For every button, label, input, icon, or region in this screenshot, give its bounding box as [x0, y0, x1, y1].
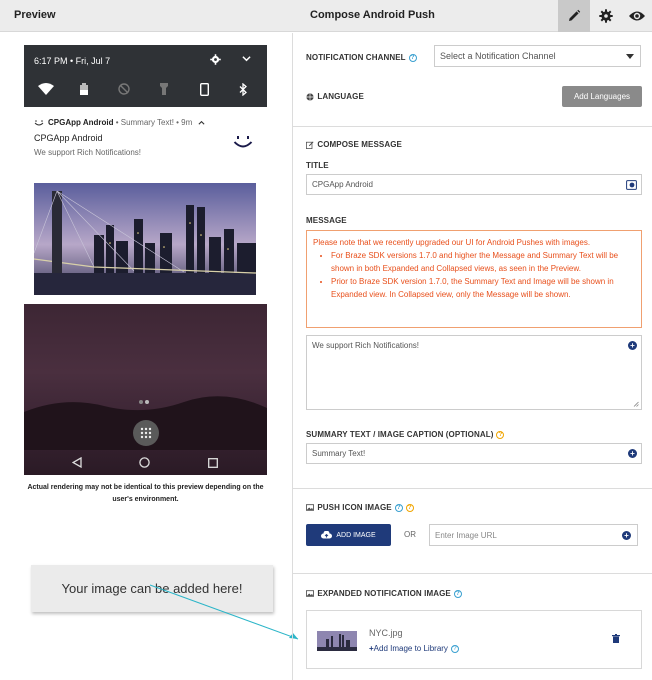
expanded-image-card: NYC.jpg +Add Image to Library?	[306, 610, 642, 669]
notification-meta: • Summary Text! • 9m	[113, 118, 193, 127]
add-image-url-icon[interactable]: +	[622, 531, 631, 540]
globe-icon	[306, 93, 314, 101]
compose-title: Compose Android Push	[310, 9, 435, 21]
status-bar: 6:17 PM • Fri, Jul 7	[24, 45, 267, 107]
add-personalization-icon[interactable]: +	[628, 449, 637, 458]
notification-app-name: CPGApp Android	[48, 118, 114, 127]
add-languages-label: Add Languages	[573, 92, 631, 101]
message-label: MESSAGE	[306, 216, 347, 225]
back-icon[interactable]	[72, 457, 82, 468]
section-divider	[293, 488, 652, 489]
notification-message: We support Rich Notifications!	[34, 148, 142, 157]
cloud-upload-icon	[321, 531, 333, 539]
image-url-placeholder: Enter Image URL	[435, 530, 497, 540]
trash-icon[interactable]	[612, 634, 620, 643]
help-icon[interactable]: ?	[450, 644, 459, 653]
notification-card[interactable]: CPGApp Android • Summary Text! • 9m CPGA…	[24, 107, 267, 295]
app-smile-icon	[34, 120, 44, 126]
image-thumbnail	[317, 631, 357, 651]
settings-tab-button[interactable]	[590, 0, 622, 32]
expanded-image-filename: NYC.jpg	[369, 628, 403, 638]
caret-down-icon	[626, 54, 634, 59]
add-languages-button[interactable]: Add Languages	[562, 86, 642, 107]
push-icon-image-label: PUSH ICON IMAGE??	[306, 503, 414, 512]
info-icon[interactable]: ?	[405, 503, 414, 512]
notification-channel-label: NOTIFICATION CHANNEL?	[306, 53, 417, 62]
notification-header: CPGApp Android • Summary Text! • 9m	[34, 118, 205, 127]
add-image-label: ADD IMAGE	[336, 531, 376, 539]
language-label: LANGUAGE	[306, 92, 364, 101]
settings-gear-icon	[210, 54, 221, 65]
summary-text-label: SUMMARY TEXT / IMAGE CAPTION (OPTIONAL)?	[306, 430, 505, 439]
add-to-library-label: Add Image to Library	[373, 644, 448, 653]
home-icon[interactable]	[139, 457, 150, 468]
warning-item: For Braze SDK versions 1.7.0 and higher …	[331, 249, 635, 275]
help-icon[interactable]: ?	[453, 589, 462, 598]
notification-title: CPGApp Android	[34, 133, 103, 143]
bluetooth-icon	[239, 83, 247, 96]
app-drawer-button[interactable]	[133, 420, 159, 446]
warning-item: Prior to Braze SDK version 1.7.0, the Su…	[331, 275, 635, 301]
info-icon[interactable]: ?	[496, 430, 505, 439]
summary-text-input[interactable]: Summary Text! +	[306, 443, 642, 464]
notification-channel-select[interactable]: Select a Notification Channel	[434, 45, 641, 67]
preview-disclaimer: Actual rendering may not be identical to…	[27, 484, 264, 503]
top-bar: Preview Compose Android Push	[0, 0, 652, 32]
preview-tab-button[interactable]	[621, 0, 652, 32]
flashlight-icon	[160, 83, 168, 95]
sdk-warning-box: Please note that we recently upgraded ou…	[306, 230, 642, 328]
gear-icon	[599, 9, 613, 23]
add-to-library-link[interactable]: +Add Image to Library?	[369, 644, 459, 653]
chevron-up-icon	[198, 121, 205, 126]
expanded-image-label: EXPANDED NOTIFICATION IMAGE?	[306, 589, 462, 598]
image-url-input[interactable]: Enter Image URL +	[429, 524, 638, 546]
insert-tag-icon[interactable]	[626, 180, 637, 190]
section-divider	[293, 573, 652, 574]
recents-icon[interactable]	[208, 458, 218, 468]
wifi-icon	[38, 83, 54, 95]
nyc-skyline-image	[34, 183, 256, 295]
edit-tab-button[interactable]	[558, 0, 590, 32]
image-icon	[306, 590, 314, 598]
help-icon[interactable]: ?	[408, 53, 417, 62]
or-label: OR	[404, 530, 416, 539]
preview-title: Preview	[14, 9, 56, 21]
message-textarea-value: We support Rich Notifications!	[312, 341, 420, 350]
title-label: TITLE	[306, 161, 329, 170]
notification-channel-value: Select a Notification Channel	[440, 51, 556, 61]
page-dots	[139, 400, 151, 404]
battery-icon	[80, 83, 88, 95]
help-icon[interactable]: ?	[394, 503, 403, 512]
large-smile-icon	[233, 136, 253, 148]
compose-message-label: COMPOSE MESSAGE	[306, 140, 402, 149]
android-nav-bar	[24, 449, 267, 475]
phone-preview: 6:17 PM • Fri, Jul 7 CPGApp Android • Su…	[24, 45, 267, 475]
status-time: 6:17 PM • Fri, Jul 7	[34, 56, 111, 66]
eye-icon	[629, 11, 645, 21]
summary-text-value: Summary Text!	[312, 449, 366, 458]
do-not-disturb-icon	[118, 83, 130, 95]
compose-form: NOTIFICATION CHANNEL? Select a Notificat…	[293, 33, 652, 680]
add-image-button[interactable]: ADD IMAGE	[306, 524, 391, 546]
title-input[interactable]: CPGApp Android	[306, 174, 642, 195]
title-input-value: CPGApp Android	[312, 180, 373, 189]
section-divider	[293, 126, 652, 127]
resize-handle-icon[interactable]	[633, 401, 639, 407]
app-grid-icon	[140, 427, 152, 439]
image-icon	[306, 504, 314, 512]
edit-icon	[306, 141, 314, 149]
warning-intro: Please note that we recently upgraded ou…	[313, 238, 591, 247]
pencil-icon	[569, 9, 581, 21]
add-personalization-icon[interactable]: +	[628, 341, 637, 350]
callout-arrow	[149, 584, 299, 640]
rotation-lock-icon	[200, 83, 209, 96]
chevron-down-icon	[242, 56, 251, 62]
message-textarea[interactable]: We support Rich Notifications! +	[306, 335, 642, 410]
